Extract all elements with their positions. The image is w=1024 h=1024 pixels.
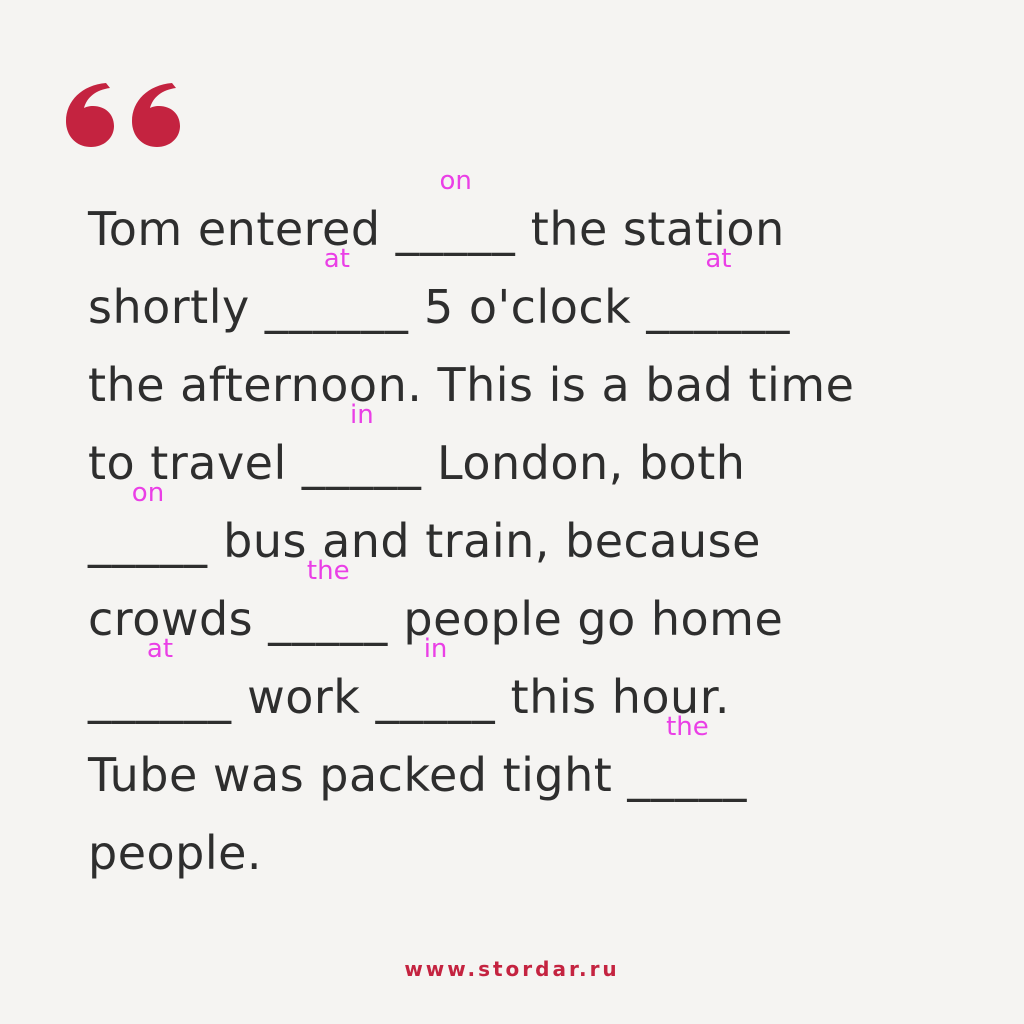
answer-blank: _____ the: [268, 558, 389, 658]
blank-underscores: ______: [646, 280, 791, 334]
text-line: _____ on bus and train, because: [88, 480, 968, 580]
blank-underscores: _____: [375, 670, 496, 724]
answer-blank: ______ at: [264, 246, 409, 346]
text-line: to travel _____ in London, both: [88, 402, 968, 502]
answer-blank: _____ on: [88, 480, 208, 580]
filled-answer: on: [439, 166, 472, 196]
blank-underscores: _____: [395, 202, 516, 256]
footer-url: www.stordar.ru: [404, 957, 620, 981]
blank-underscores: _____: [88, 514, 208, 568]
opening-double-quote-icon: [66, 83, 180, 147]
filled-answer: in: [350, 400, 374, 430]
text-segment: the afternoon. This is a bad time: [88, 358, 855, 412]
filled-answer: at: [146, 634, 174, 664]
text-line: the afternoon. This is a bad time: [88, 346, 968, 424]
blank-underscores: _____: [627, 748, 748, 802]
text-segment: London, both: [421, 436, 746, 490]
text-line: shortly ______ at 5 o'clock ______ at: [88, 246, 968, 346]
answer-blank: _____ on: [395, 168, 516, 268]
filled-answer: on: [131, 478, 165, 508]
text-segment: Tube was packed tight: [88, 748, 628, 802]
filled-answer: in: [423, 634, 448, 664]
text-line: people.: [88, 814, 968, 892]
answer-blank: ______ at: [88, 636, 232, 736]
text-segment: 5 o'clock: [408, 280, 647, 334]
text-segment: shortly: [88, 280, 265, 334]
filled-answer: at: [705, 244, 732, 274]
answer-blank: _____ in: [375, 636, 496, 736]
text-line: ______ at work _____ in this hour.: [88, 636, 968, 736]
answer-blank: _____ in: [301, 402, 422, 502]
answer-blank: ______ at: [646, 246, 791, 346]
blank-underscores: ______: [264, 280, 409, 334]
filled-answer: the: [306, 556, 350, 586]
blank-underscores: _____: [301, 436, 422, 490]
blank-underscores: _____: [268, 592, 389, 646]
filled-answer: the: [666, 712, 709, 742]
exercise-text: Tom entered _____ on the station shortly _…: [88, 168, 968, 892]
filled-answer: at: [323, 244, 350, 274]
text-segment: work: [232, 670, 376, 724]
text-line: Tom entered _____ on the station: [88, 168, 968, 268]
text-line: Tube was packed tight _____ the: [88, 714, 968, 814]
answer-blank: _____ the: [627, 714, 748, 814]
blank-underscores: ______: [88, 670, 232, 724]
text-segment: people.: [88, 826, 263, 880]
